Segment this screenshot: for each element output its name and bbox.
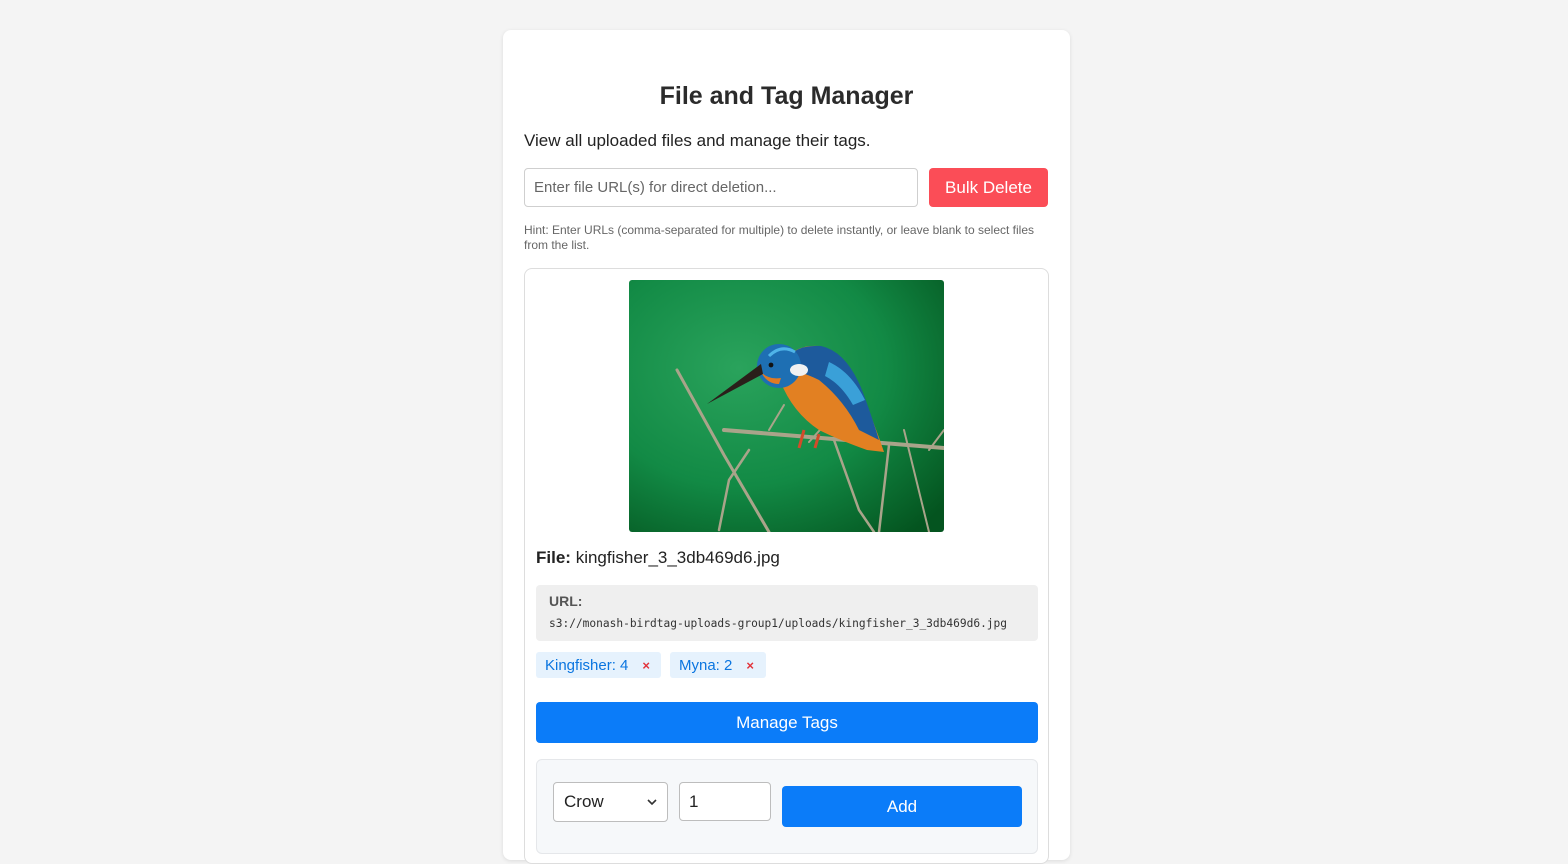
add-tag-button[interactable]: Add bbox=[782, 786, 1022, 827]
file-manager-card: File and Tag Manager View all uploaded f… bbox=[503, 30, 1070, 864]
close-icon[interactable]: × bbox=[642, 658, 650, 673]
chevron-down-icon bbox=[647, 799, 657, 806]
page-title: File and Tag Manager bbox=[659, 82, 914, 110]
tag-label: Kingfisher: 4 bbox=[545, 656, 629, 674]
manage-tags-button[interactable]: Manage Tags bbox=[536, 702, 1038, 743]
page-subtitle: View all uploaded files and manage their… bbox=[524, 131, 871, 150]
file-thumbnail[interactable] bbox=[629, 280, 944, 532]
file-url-label: URL: bbox=[549, 593, 583, 609]
tag-label: Myna: 2 bbox=[679, 656, 733, 674]
species-select-value: Crow bbox=[564, 792, 604, 811]
bulk-delete-button[interactable]: Bulk Delete bbox=[929, 168, 1048, 207]
file-name-label: File: bbox=[536, 548, 571, 567]
delete-hint: Hint: Enter URLs (comma-separated for mu… bbox=[524, 223, 1034, 252]
tag-count-input[interactable] bbox=[679, 782, 771, 821]
species-select[interactable]: Crow bbox=[553, 782, 668, 822]
close-icon[interactable]: × bbox=[746, 658, 754, 673]
file-name: kingfisher_3_3db469d6.jpg bbox=[575, 548, 780, 567]
delete-url-input[interactable] bbox=[524, 168, 918, 207]
tag-chip: Myna: 2 × bbox=[670, 652, 766, 678]
file-url-box: URL: s3://monash-birdtag-uploads-group1/… bbox=[536, 585, 1038, 641]
file-card: File: kingfisher_3_3db469d6.jpg URL: s3:… bbox=[524, 268, 1049, 864]
tag-chip: Kingfisher: 4 × bbox=[536, 652, 661, 678]
file-url: s3://monash-birdtag-uploads-group1/uploa… bbox=[549, 617, 1008, 630]
file-name-line: File: kingfisher_3_3db469d6.jpg bbox=[536, 548, 780, 568]
